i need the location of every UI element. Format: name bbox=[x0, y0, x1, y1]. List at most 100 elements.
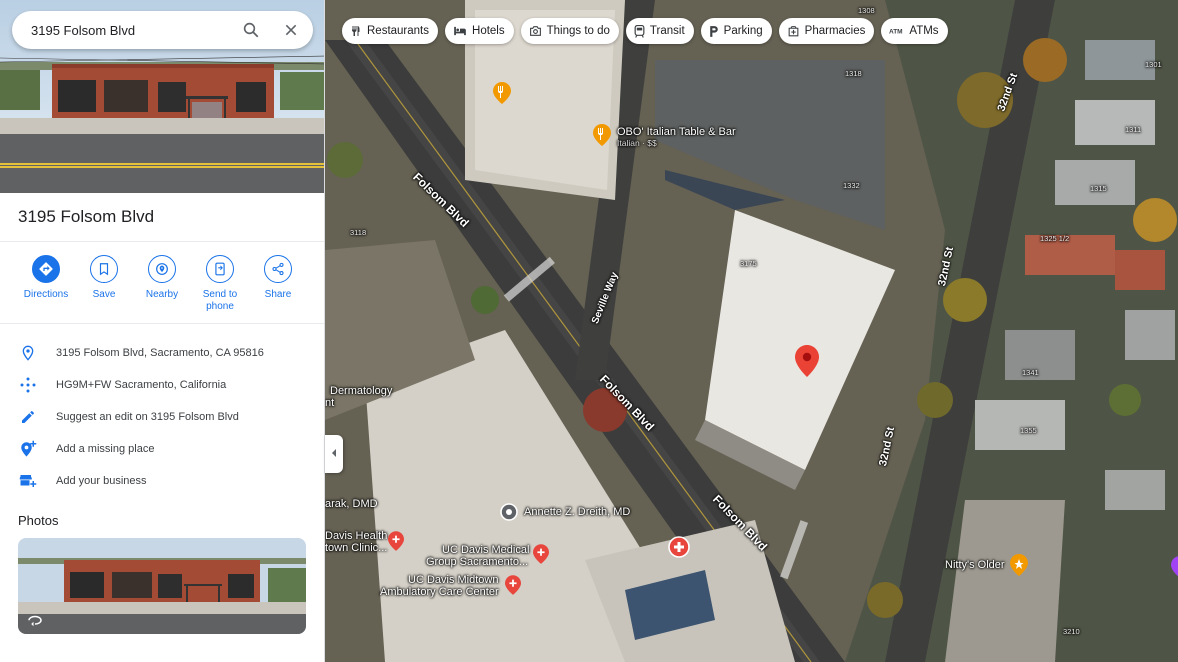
address-number: 1311 bbox=[1125, 125, 1142, 134]
add-place-icon bbox=[18, 439, 38, 459]
pharmacy-icon bbox=[787, 25, 800, 38]
search-icon[interactable] bbox=[239, 18, 263, 42]
add-missing-place-text: Add a missing place bbox=[56, 443, 155, 455]
share-icon bbox=[264, 255, 292, 283]
360-view-icon bbox=[26, 614, 44, 628]
parking-icon bbox=[709, 25, 719, 38]
place-title: 3195 Folsom Blvd bbox=[18, 207, 155, 226]
add-business-text: Add your business bbox=[56, 475, 147, 487]
poi-label-annette-dreith: Annette Z. Dreith, MD bbox=[524, 506, 631, 518]
share-label: Share bbox=[264, 289, 292, 300]
chip-things-to-do[interactable]: Things to do bbox=[520, 18, 619, 44]
plus-code-icon bbox=[18, 375, 38, 395]
address-number: 1341 bbox=[1022, 368, 1039, 377]
satellite-map[interactable]: Folsom Blvd Folsom Blvd Folsom Blvd Sevi… bbox=[325, 0, 1178, 662]
poi-label-uc-davis-midtown-2: Ambulatory Care Center bbox=[380, 586, 499, 598]
poi-label-uc-davis-health-2: town Clinic... bbox=[325, 542, 388, 554]
atm-icon: ATM bbox=[889, 26, 904, 36]
poi-label-uc-davis-medical: UC Davis Medical bbox=[442, 544, 530, 556]
chip-transit[interactable]: Transit bbox=[625, 18, 694, 44]
directions-icon bbox=[32, 255, 60, 283]
nearby-icon bbox=[148, 255, 176, 283]
suggest-edit-row[interactable]: Suggest an edit on 3195 Folsom Blvd bbox=[0, 401, 324, 433]
search-box bbox=[12, 11, 313, 49]
chip-hotels[interactable]: Hotels bbox=[445, 18, 514, 44]
nearby-label: Nearby bbox=[145, 289, 179, 300]
poi-label-obo: OBO' Italian Table & Bar Italian · $$ bbox=[617, 126, 736, 148]
pharmacy-pin-icon[interactable] bbox=[668, 536, 690, 563]
chip-pharmacies[interactable]: Pharmacies bbox=[778, 18, 875, 44]
directions-label: Directions bbox=[23, 289, 69, 300]
poi-label-uc-davis-midtown: UC Davis Midtown bbox=[408, 574, 499, 586]
fork-knife-icon bbox=[350, 24, 362, 38]
chip-label: Transit bbox=[649, 25, 685, 37]
save-label: Save bbox=[92, 289, 116, 300]
photo-thumbnail[interactable] bbox=[18, 538, 306, 634]
address-number: 1325 1/2 bbox=[1040, 234, 1070, 243]
close-icon[interactable] bbox=[279, 18, 303, 42]
restaurant-pin-icon[interactable] bbox=[1010, 554, 1028, 581]
directions-button[interactable]: Directions bbox=[17, 255, 75, 323]
pencil-icon bbox=[18, 407, 38, 427]
chip-label: Parking bbox=[723, 25, 763, 37]
send-to-phone-button[interactable]: Send to phone bbox=[191, 255, 249, 323]
address-number: 3210 bbox=[1063, 627, 1080, 636]
address-number: 1318 bbox=[845, 69, 862, 78]
share-button[interactable]: Share bbox=[249, 255, 307, 323]
add-business-row[interactable]: Add your business bbox=[0, 465, 324, 497]
hospital-pin-icon[interactable] bbox=[533, 544, 549, 569]
poi-label-uc-davis-medical-2: Group Sacramento... bbox=[426, 556, 529, 568]
address-row[interactable]: 3195 Folsom Blvd, Sacramento, CA 95816 bbox=[0, 337, 324, 369]
hospital-pin-icon[interactable] bbox=[505, 575, 521, 600]
location-pin-icon bbox=[18, 343, 38, 363]
chip-label: ATMs bbox=[909, 25, 939, 37]
poi-label-dermatology-tail: nt bbox=[325, 397, 335, 409]
bed-icon bbox=[453, 25, 467, 37]
address-number: 3175 bbox=[740, 259, 757, 268]
street-view-photo bbox=[18, 538, 306, 634]
address-number: 1315 bbox=[1090, 184, 1107, 193]
chip-label: Pharmacies bbox=[804, 25, 866, 37]
restaurant-pin-icon[interactable] bbox=[493, 82, 511, 109]
action-bar: Directions Save Nearby Send to phone Sha… bbox=[0, 242, 324, 323]
place-pin-icon[interactable] bbox=[500, 503, 518, 528]
add-missing-place-row[interactable]: Add a missing place bbox=[0, 433, 324, 465]
address-number: 1355 bbox=[1020, 426, 1037, 435]
address-number: 1301 bbox=[1145, 60, 1162, 69]
suggest-edit-text: Suggest an edit on 3195 Folsom Blvd bbox=[56, 411, 239, 423]
address-number: 1308 bbox=[858, 6, 875, 15]
poi-label-nittys: Nitty's Older bbox=[945, 559, 1005, 571]
plus-code-row[interactable]: HG9M+FW Sacramento, California bbox=[0, 369, 324, 401]
chevron-left-icon bbox=[330, 445, 338, 463]
info-list: 3195 Folsom Blvd, Sacramento, CA 95816 H… bbox=[0, 324, 324, 497]
chip-label: Things to do bbox=[546, 25, 610, 37]
address-text: 3195 Folsom Blvd, Sacramento, CA 95816 bbox=[56, 347, 264, 359]
camera-icon bbox=[529, 25, 542, 37]
photos-header: Photos bbox=[18, 513, 59, 528]
category-chips: Restaurants Hotels Things to do Transit … bbox=[342, 18, 948, 44]
poi-label-dermatology: Dermatology bbox=[330, 385, 393, 397]
place-pin-icon[interactable] bbox=[1170, 556, 1178, 581]
chip-parking[interactable]: Parking bbox=[700, 18, 772, 44]
collapse-panel-button[interactable] bbox=[325, 435, 343, 473]
restaurant-pin-icon[interactable] bbox=[593, 124, 611, 151]
hospital-pin-icon[interactable] bbox=[388, 531, 404, 556]
chip-label: Hotels bbox=[472, 25, 505, 37]
poi-label-dmd: arak, DMD bbox=[325, 498, 378, 510]
selected-location-pin-icon[interactable] bbox=[795, 345, 819, 382]
add-business-icon bbox=[18, 471, 38, 491]
nearby-button[interactable]: Nearby bbox=[133, 255, 191, 323]
send-to-phone-label: Send to phone bbox=[202, 289, 238, 312]
chip-restaurants[interactable]: Restaurants bbox=[342, 18, 439, 44]
place-panel: 3195 Folsom Blvd Directions Save Nearby bbox=[0, 0, 325, 662]
plus-code-text: HG9M+FW Sacramento, California bbox=[56, 379, 227, 391]
send-to-phone-icon bbox=[206, 255, 234, 283]
poi-label-uc-davis-health: Davis Health bbox=[325, 530, 388, 542]
address-number: 1332 bbox=[843, 181, 860, 190]
chip-label: Restaurants bbox=[367, 25, 430, 37]
bookmark-icon bbox=[90, 255, 118, 283]
chip-atms[interactable]: ATM ATMs bbox=[881, 18, 948, 44]
search-input[interactable] bbox=[31, 22, 231, 38]
save-button[interactable]: Save bbox=[75, 255, 133, 323]
transit-icon bbox=[634, 24, 645, 38]
